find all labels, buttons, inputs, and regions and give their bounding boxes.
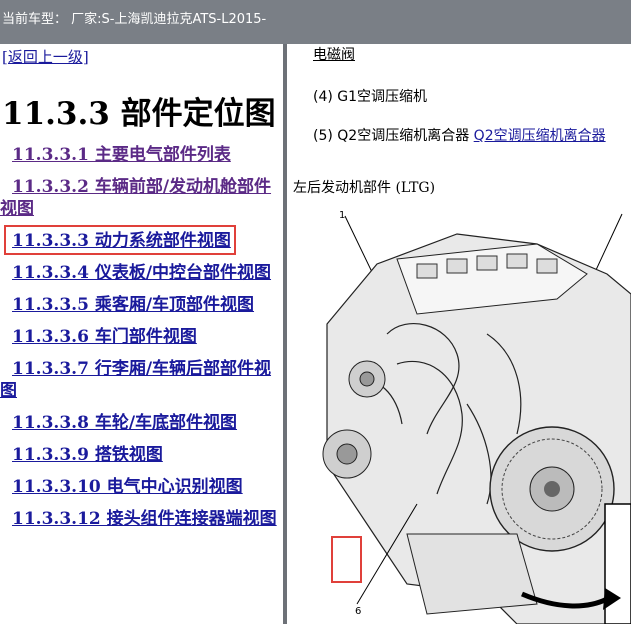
toc-item-connector-end-view[interactable]: 11.3.3.12 接头组件连接器端视图 xyxy=(0,508,283,530)
q2-clutch-link[interactable]: Q2空调压缩机离合器 xyxy=(474,128,606,144)
toc-item-passenger-roof[interactable]: 11.3.3.5 乘客厢/车顶部件视图 xyxy=(0,294,283,316)
item-g1-compressor: (4) G1空调压缩机 xyxy=(313,89,428,105)
callout-1: 1 xyxy=(339,210,345,221)
toc-item-instrument-panel[interactable]: 11.3.3.4 仪表板/中控台部件视图 xyxy=(0,262,283,284)
callout-6: 6 xyxy=(355,606,361,617)
highlight-box xyxy=(4,225,236,255)
toc-list: 11.3.3.1 主要电气部件列表 11.3.3.2 车辆前部/发动机舱部件视图… xyxy=(0,144,283,540)
figure-caption: 左后发动机部件 (LTG) xyxy=(293,180,436,196)
current-vehicle-label: 当前车型： 厂家:S-上海凯迪拉克ATS-L2015- xyxy=(2,12,267,27)
item-q2-text: (5) Q2空调压缩机离合器 xyxy=(313,128,470,144)
toc-item-doors[interactable]: 11.3.3.6 车门部件视图 xyxy=(0,326,283,348)
toc-item-main-parts[interactable]: 11.3.3.1 主要电气部件列表 xyxy=(0,144,283,166)
title-bar: 当前车型： 厂家:S-上海凯迪拉克ATS-L2015- xyxy=(0,0,631,44)
toc-item-electrical-center[interactable]: 11.3.3.10 电气中心识别视图 xyxy=(0,476,283,498)
toc-item-front-engine[interactable]: 11.3.3.2 车辆前部/发动机舱部件视图 xyxy=(0,176,283,220)
toc-item-wheels-underbody[interactable]: 11.3.3.8 车轮/车底部件视图 xyxy=(0,412,283,434)
toc-item-trunk-rear[interactable]: 11.3.3.7 行李厢/车辆后部部件视图 xyxy=(0,358,283,402)
back-link[interactable]: [返回上一级] xyxy=(2,46,89,67)
left-pane[interactable]: [返回上一级] 11.3.3 部件定位图 11.3.3.1 主要电气部件列表 1… xyxy=(0,44,283,624)
solenoid-link[interactable]: 电磁阀 xyxy=(313,44,355,64)
toc-item-ground[interactable]: 11.3.3.9 搭铁视图 xyxy=(0,444,283,466)
page-title: 11.3.3 部件定位图 xyxy=(2,96,276,132)
item-q2-clutch: (5) Q2空调压缩机离合器 Q2空调压缩机离合器 xyxy=(313,126,613,146)
highlight-callout-6 xyxy=(331,536,362,583)
